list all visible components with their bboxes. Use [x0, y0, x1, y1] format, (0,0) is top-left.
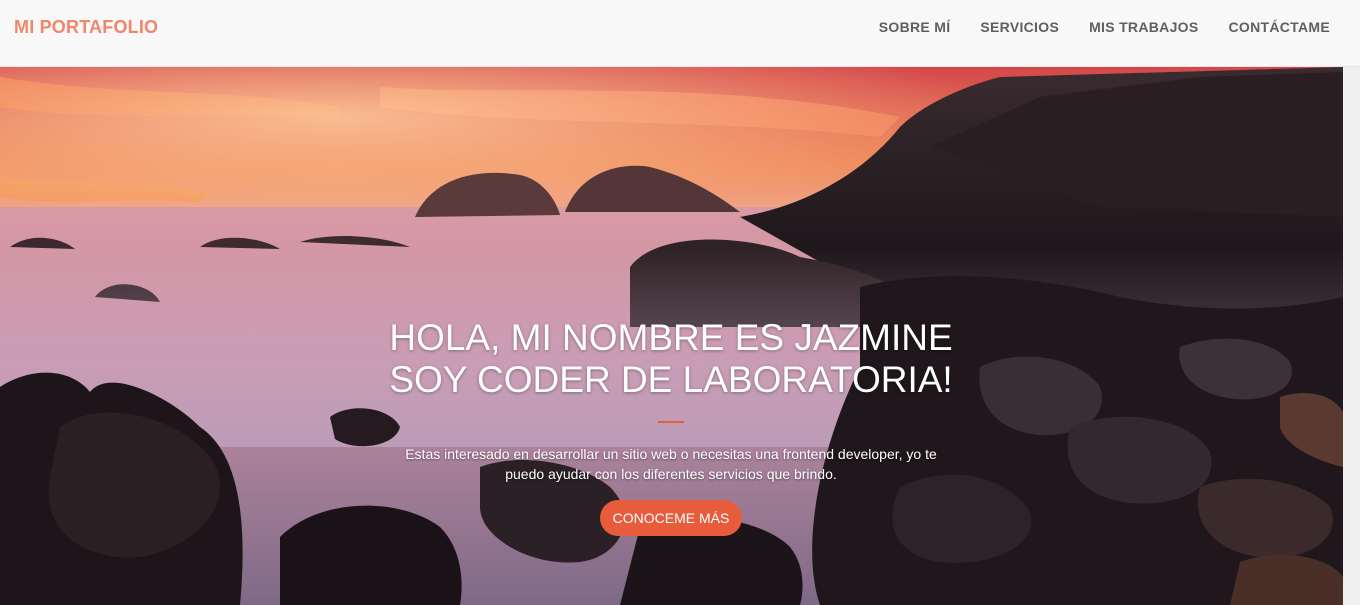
- conoceme-mas-button[interactable]: CONOCEME MÁS: [599, 500, 743, 536]
- brand-logo-link[interactable]: MI PORTAFOLIO: [14, 17, 158, 38]
- hero-content: HOLA, MI NOMBRE ES JAZMINE SOY CODER DE …: [340, 317, 1002, 536]
- navbar: MI PORTAFOLIO SOBRE MÍ SERVICIOS MIS TRA…: [0, 0, 1360, 67]
- nav-item-contactame[interactable]: CONTÁCTAME: [1213, 19, 1330, 35]
- hero-description: Estas interesado en desarrollar un sitio…: [405, 446, 937, 482]
- hero-title-line-1: HOLA, MI NOMBRE ES JAZMINE: [389, 317, 953, 358]
- hero-divider: [658, 421, 684, 423]
- hero-section: HOLA, MI NOMBRE ES JAZMINE SOY CODER DE …: [0, 67, 1343, 605]
- nav-menu: SOBRE MÍ SERVICIOS MIS TRABAJOS CONTÁCTA…: [864, 19, 1330, 35]
- nav-item-sobre-mi[interactable]: SOBRE MÍ: [864, 19, 966, 35]
- nav-item-servicios[interactable]: SERVICIOS: [965, 19, 1074, 35]
- nav-item-mis-trabajos[interactable]: MIS TRABAJOS: [1074, 19, 1213, 35]
- hero-title: HOLA, MI NOMBRE ES JAZMINE SOY CODER DE …: [340, 317, 1002, 401]
- page-scrollbar[interactable]: [1343, 67, 1360, 605]
- hero-title-line-2: SOY CODER DE LABORATORIA!: [389, 359, 953, 400]
